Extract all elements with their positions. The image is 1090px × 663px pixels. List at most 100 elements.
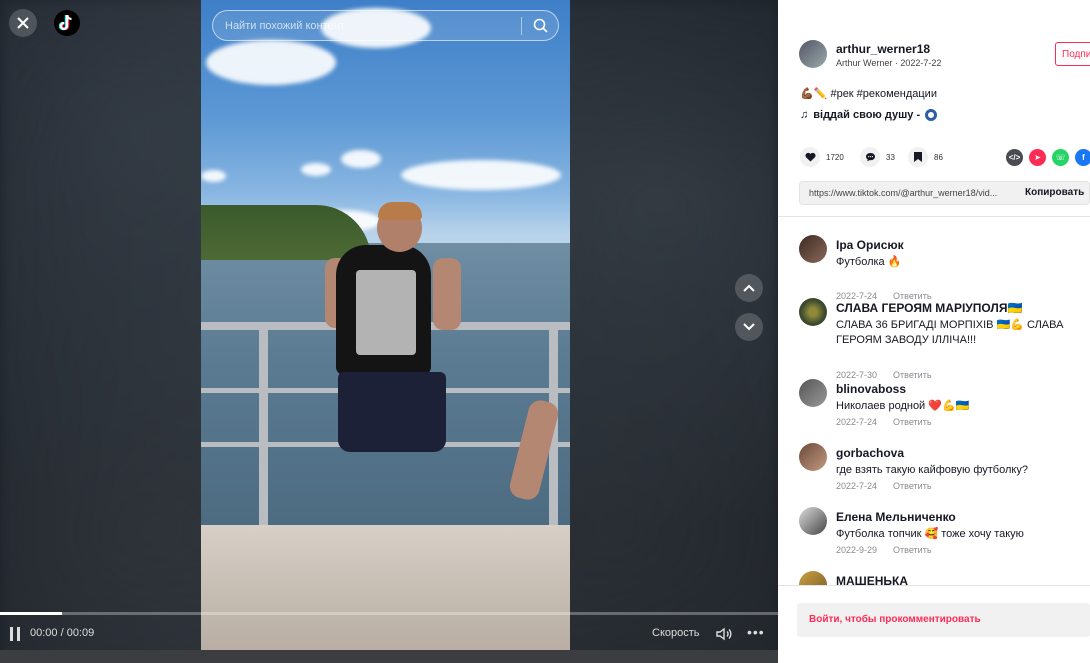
cloud — [401, 160, 561, 190]
close-button[interactable] — [9, 9, 37, 37]
person-arm — [433, 258, 461, 330]
video-link-box: https://www.tiktok.com/@arthur_werner18/… — [799, 181, 1090, 205]
comment-meta: 2022-7-30 Ответить — [836, 370, 932, 380]
comment-meta: 2022-7-24 Ответить — [836, 417, 932, 427]
comment-username[interactable]: gorbachova — [836, 446, 904, 460]
playback-time: 00:00 / 00:09 — [30, 627, 95, 639]
comment-username[interactable]: Елена Мельниченко — [836, 510, 956, 524]
cloud — [301, 163, 331, 176]
speed-button[interactable]: Скорость — [652, 627, 700, 639]
comment-date: 2022-7-30 — [836, 370, 878, 380]
facebook-icon[interactable]: f — [1075, 149, 1090, 166]
login-prompt: Войти, чтобы прокомментировать — [809, 614, 981, 625]
comment-date: 2022-9-29 — [836, 545, 878, 555]
comment-button[interactable]: 33 — [860, 147, 895, 167]
author-display-date: Arthur Werner · 2022-7-22 — [836, 58, 942, 68]
comment-list[interactable]: Іра Орисюк Футболка 🔥 2022-7-24 Ответить … — [778, 217, 1090, 585]
comment-date: 2022-7-24 — [836, 481, 878, 491]
tiktok-logo-icon — [59, 14, 72, 31]
save-count: 86 — [934, 152, 943, 162]
comment-meta: 2022-7-24 Ответить — [836, 481, 932, 491]
comment-date: 2022-7-24 — [836, 417, 878, 427]
person-shorts — [338, 372, 446, 452]
search-icon — [533, 18, 548, 33]
copy-link-button[interactable]: Копировать — [1025, 187, 1084, 198]
player-controls: 00:00 / 00:09 Скорость ••• — [0, 622, 778, 646]
description-emoji: 💪🏾✏️ — [800, 88, 831, 100]
comment-date: 2022-7-24 — [836, 291, 878, 301]
comment-footer: Войти, чтобы прокомментировать — [778, 585, 1090, 663]
comment-avatar[interactable] — [799, 235, 827, 263]
comment-text: Николаев родной ❤️💪🇺🇦 — [836, 400, 970, 412]
search-input[interactable] — [213, 19, 521, 32]
login-to-comment-button[interactable]: Войти, чтобы прокомментировать — [797, 603, 1090, 637]
music-link[interactable]: ♫ віддай свою душу - — [800, 109, 938, 121]
pause-icon[interactable] — [10, 627, 22, 641]
bottom-strip — [0, 650, 778, 663]
follow-button[interactable]: Подписаться — [1055, 42, 1090, 66]
reply-button[interactable]: Ответить — [893, 545, 931, 555]
comment-text: Футболка 🔥 — [836, 256, 902, 268]
author-info: arthur_werner18 Arthur Werner · 2022-7-2… — [799, 40, 1090, 70]
comment-avatar[interactable] — [799, 571, 827, 585]
video-player[interactable]: 00:00 / 00:09 Скорость ••• — [0, 0, 778, 663]
author-username[interactable]: arthur_werner18 — [836, 42, 930, 56]
description-text[interactable]: #рек #рекомендации — [830, 88, 937, 100]
comment-text: Футболка топчик 🥰 тоже хочу такую — [836, 528, 1024, 540]
comment-meta: 2022-9-29 Ответить — [836, 545, 932, 555]
heart-icon — [804, 152, 816, 162]
comment-text: СЛАВА 36 БРИГАДІ МОРПІХІВ 🇺🇦💪 СЛАВА ГЕРО… — [836, 319, 1064, 346]
tiktok-logo[interactable] — [54, 10, 80, 36]
comment-username[interactable]: СЛАВА ГЕРОЯМ МАРІУПОЛЯ🇺🇦 — [836, 301, 1022, 315]
reply-button[interactable]: Ответить — [893, 417, 931, 427]
author-avatar[interactable] — [799, 40, 827, 68]
comment-count: 33 — [886, 152, 895, 162]
save-button[interactable]: 86 — [908, 147, 943, 167]
search-button[interactable] — [522, 10, 558, 41]
shirt-print — [356, 270, 416, 355]
next-video-button[interactable] — [735, 313, 763, 341]
music-note-icon: ♫ — [800, 109, 809, 121]
action-bar: 1720 33 86 </> ➤ ☏ f — [800, 147, 1090, 169]
railing-post — [259, 325, 268, 530]
bookmark-icon — [914, 152, 922, 162]
close-icon — [17, 17, 29, 29]
chevron-up-icon — [743, 284, 755, 292]
progress-bar[interactable] — [0, 612, 778, 615]
comment-username[interactable]: blinovaboss — [836, 382, 906, 396]
person-hair — [378, 202, 422, 220]
previous-video-button[interactable] — [735, 274, 763, 302]
cloud — [201, 170, 226, 182]
comment-avatar[interactable] — [799, 379, 827, 407]
volume-icon[interactable] — [715, 625, 733, 643]
comment-avatar[interactable] — [799, 443, 827, 471]
music-disc-icon — [925, 109, 938, 121]
video-link[interactable]: https://www.tiktok.com/@arthur_werner18/… — [809, 188, 997, 198]
reply-button[interactable]: Ответить — [893, 291, 931, 301]
chevron-down-icon — [743, 323, 755, 331]
comment-text: где взять такую кайфовую футболку? — [836, 464, 1028, 476]
cloud — [341, 150, 381, 168]
comment-meta: 2022-7-24 Ответить — [836, 291, 932, 301]
comment-avatar[interactable] — [799, 298, 827, 326]
comment-username[interactable]: МАШЕНЬКА — [836, 574, 908, 585]
send-icon[interactable]: ➤ — [1029, 149, 1046, 166]
embed-icon[interactable]: </> — [1006, 149, 1023, 166]
comment-icon — [865, 153, 875, 162]
whatsapp-icon[interactable]: ☏ — [1052, 149, 1069, 166]
cloud — [206, 40, 336, 85]
like-button[interactable]: 1720 — [800, 147, 844, 167]
follow-button-label: Подписаться — [1062, 48, 1090, 60]
search-bar[interactable] — [212, 10, 559, 41]
side-panel: arthur_werner18 Arthur Werner · 2022-7-2… — [778, 0, 1090, 663]
reply-button[interactable]: Ответить — [893, 370, 931, 380]
music-title: віддай свою душу - — [813, 109, 921, 121]
reply-button[interactable]: Ответить — [893, 481, 931, 491]
comment-avatar[interactable] — [799, 507, 827, 535]
video-description: 💪🏾✏️ #рек #рекомендации — [800, 87, 937, 100]
comment-username[interactable]: Іра Орисюк — [836, 238, 904, 252]
like-count: 1720 — [826, 152, 844, 162]
video-frame[interactable] — [201, 0, 570, 650]
progress-fill — [0, 612, 63, 615]
more-options-icon[interactable]: ••• — [747, 624, 765, 640]
